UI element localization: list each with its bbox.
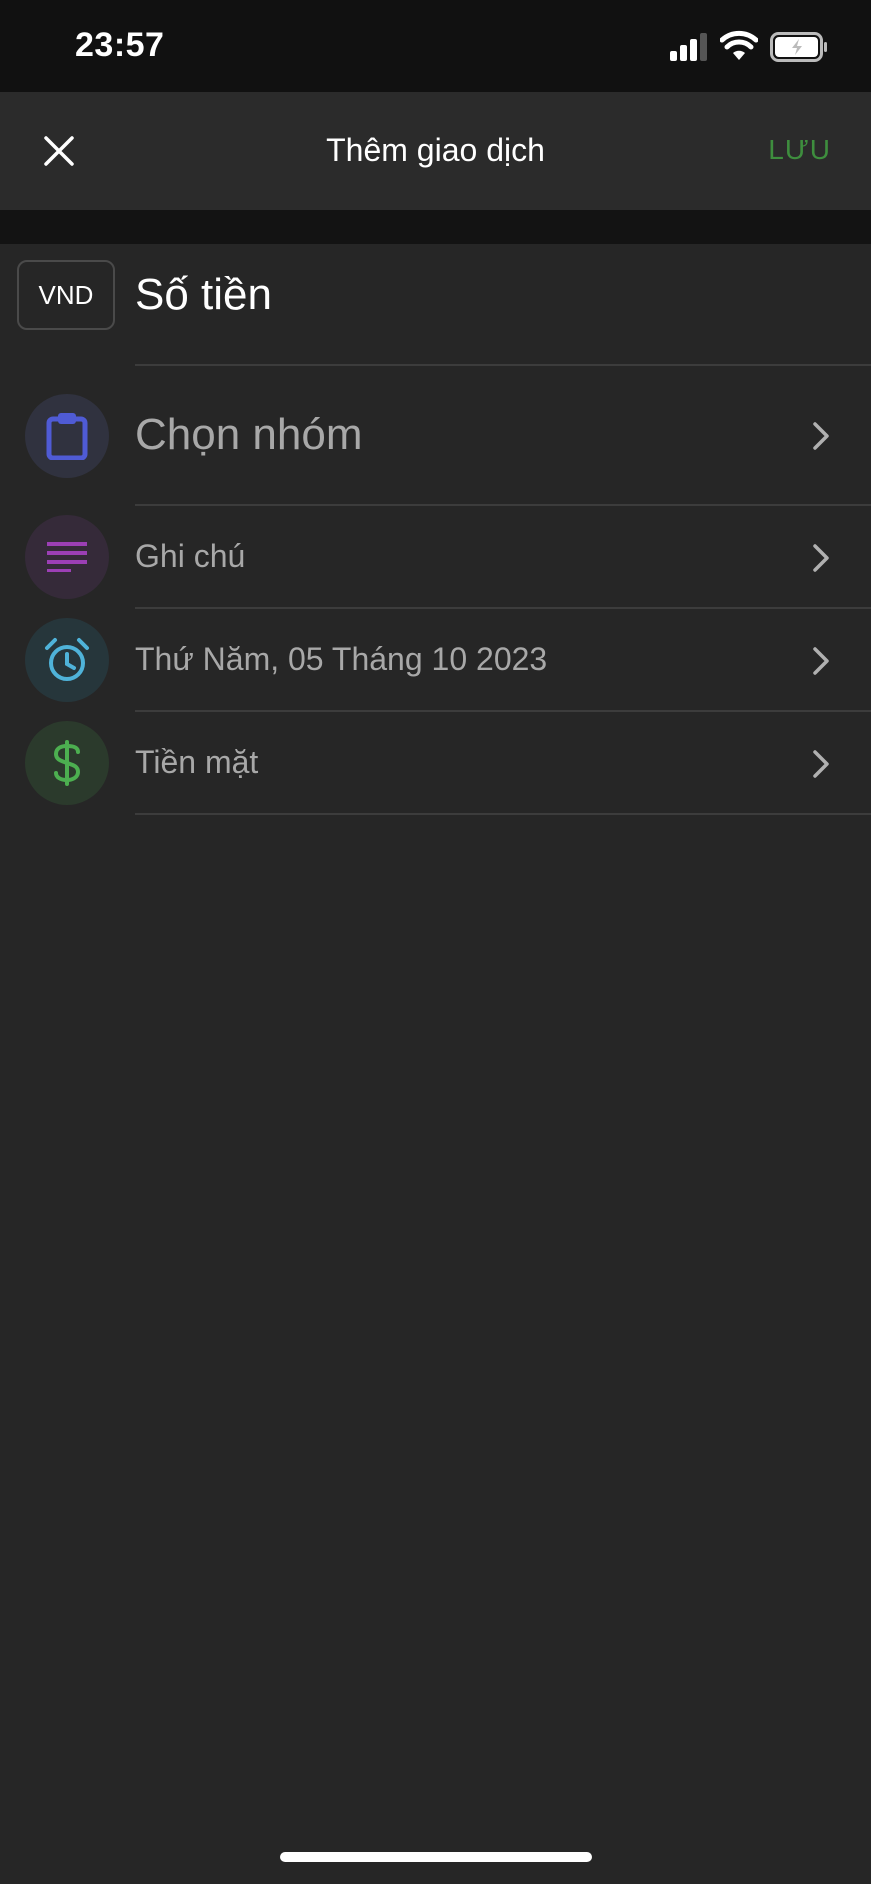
date-row[interactable]: Thứ Năm, 05 Tháng 10 2023 (0, 609, 871, 712)
chevron-right-icon (813, 750, 829, 778)
divider (135, 813, 871, 815)
chevron-right-icon (813, 647, 829, 675)
chevron-right-icon (813, 544, 829, 572)
amount-row: VND Số tiền (0, 244, 871, 366)
save-button[interactable]: LƯU (768, 134, 831, 166)
note-row[interactable]: Ghi chú (0, 506, 871, 609)
wifi-icon (720, 30, 758, 60)
amount-input[interactable]: Số tiền (135, 270, 272, 320)
dollar-icon (53, 740, 81, 786)
app-header: Thêm giao dịch LƯU (0, 92, 871, 210)
transaction-form: VND Số tiền Chọn nhóm Ghi chú Thứ Năm, 0… (0, 244, 871, 815)
alarm-clock-icon (45, 638, 89, 681)
status-time: 23:57 (75, 26, 165, 64)
category-row[interactable]: Chọn nhóm (0, 366, 871, 506)
note-label: Ghi chú (135, 538, 246, 574)
header-separator (0, 210, 871, 244)
signal-icon (670, 33, 707, 61)
wallet-icon-circle (25, 721, 109, 805)
currency-button[interactable]: VND (17, 260, 115, 330)
category-icon-circle (25, 394, 109, 478)
clipboard-icon (46, 413, 88, 460)
wallet-row[interactable]: Tiền mặt (0, 712, 871, 815)
page-title: Thêm giao dịch (326, 132, 545, 168)
date-label: Thứ Năm, 05 Tháng 10 2023 (135, 641, 548, 677)
chevron-right-icon (813, 422, 829, 450)
wallet-label: Tiền mặt (135, 744, 259, 780)
date-icon-circle (25, 618, 109, 702)
status-bar: 23:57 (0, 0, 871, 92)
home-indicator[interactable] (280, 1852, 592, 1862)
category-label: Chọn nhóm (135, 410, 363, 459)
notes-icon (47, 542, 87, 572)
note-icon-circle (25, 515, 109, 599)
battery-icon (770, 32, 827, 62)
add-transaction-screen: 23:57 Thêm giao dịch LƯU VND Số tiền Chọ… (0, 0, 871, 1884)
